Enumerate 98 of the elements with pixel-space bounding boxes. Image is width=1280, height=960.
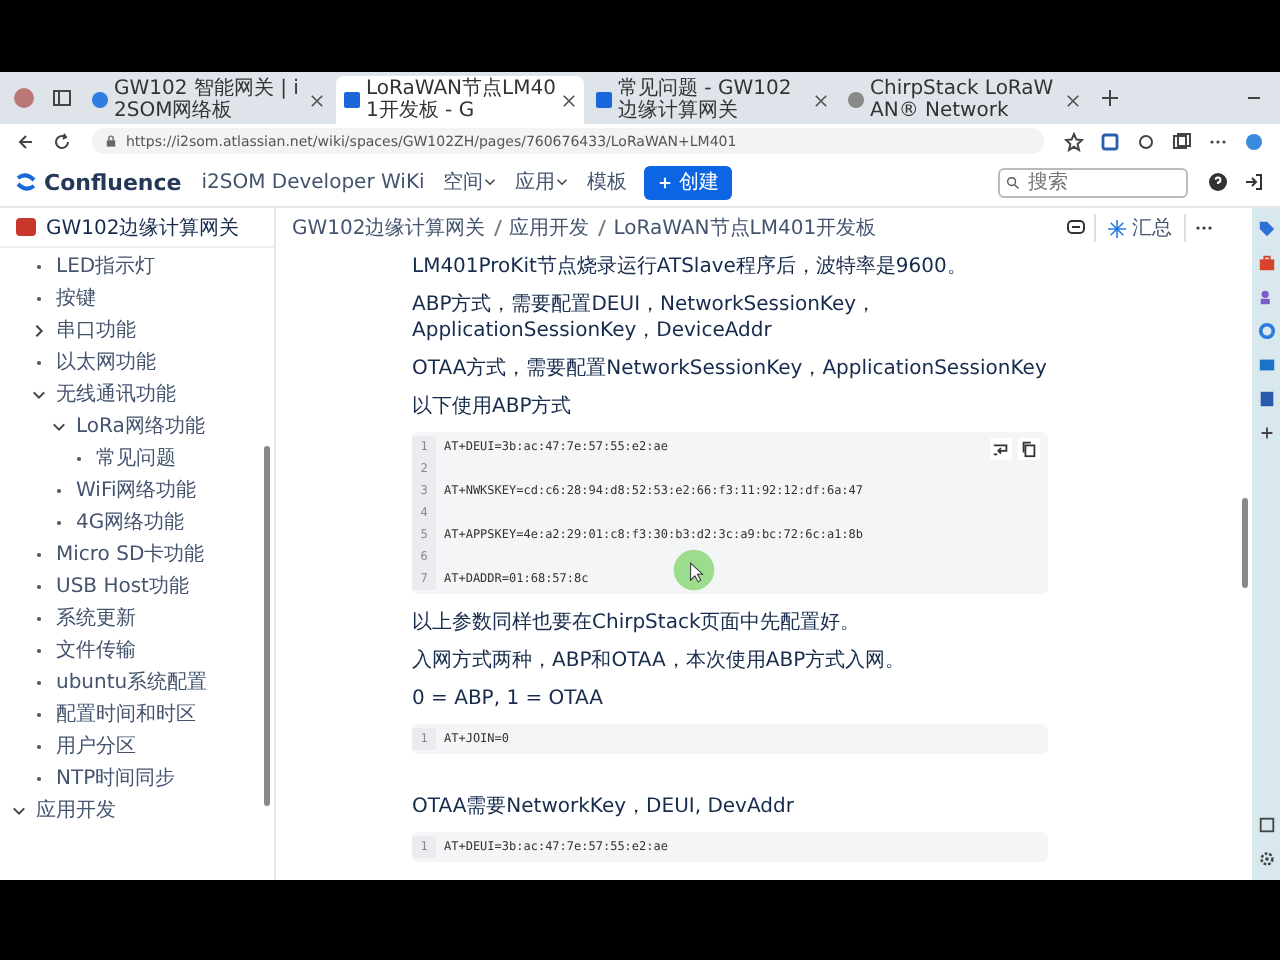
site-icon [344, 92, 360, 108]
settings-icon[interactable] [1257, 850, 1275, 868]
chevron-icon[interactable] [32, 387, 46, 401]
bullet-icon [32, 259, 46, 273]
sidebar-tree-item[interactable]: WiFi网络功能 [0, 474, 274, 506]
bullet-icon [52, 483, 66, 497]
caret-icon[interactable] [484, 176, 497, 188]
product-name[interactable]: Confluence [44, 169, 182, 195]
search-field[interactable]: 搜索 [998, 167, 1188, 197]
tag-icon[interactable] [1257, 220, 1275, 238]
summary-button[interactable]: 汇总 [1094, 214, 1186, 242]
bullet-icon [32, 611, 46, 625]
nav-menu-item[interactable]: 空间 [442, 168, 497, 196]
bullet-icon [32, 355, 46, 369]
help-icon[interactable] [1208, 172, 1228, 192]
tabs-icon[interactable] [52, 88, 72, 108]
body-text: 0 = ABP, 1 = OTAA [412, 686, 605, 714]
caret-icon[interactable] [556, 176, 569, 188]
sidebar-tree-item[interactable]: NTP时间同步 [0, 762, 274, 794]
page-scrollbar[interactable] [1242, 498, 1248, 588]
bullet-icon [32, 771, 46, 785]
refresh-icon[interactable] [52, 131, 72, 151]
collections-icon[interactable] [1172, 131, 1192, 151]
sidebar-tree-item[interactable]: 4G网络功能 [0, 506, 274, 538]
search-icon[interactable] [1006, 175, 1020, 189]
sidebar-scrollbar[interactable] [264, 446, 270, 806]
bullet-icon [32, 675, 46, 689]
sidebar-tree-item[interactable]: 串口功能 [0, 314, 274, 346]
bullet-icon [32, 739, 46, 753]
sidebar-tree-item[interactable]: ubuntu系统配置 [0, 666, 274, 698]
sidebar-tree-item[interactable]: 配置时间和时区 [0, 698, 274, 730]
bullet-icon [72, 451, 86, 465]
chevron-icon[interactable] [32, 323, 46, 337]
login-icon[interactable] [1244, 172, 1264, 192]
create-button[interactable]: 创建 [644, 165, 733, 199]
breadcrumb-separator-icon [597, 218, 606, 238]
body-text: LM401ProKit节点烧录运行ATSlave程序后，波特率是9600。 [412, 253, 969, 282]
sidebar-tree-item[interactable]: LoRa网络功能 [0, 410, 274, 442]
body-text: OTAA需要NetworkKey，DEUI, DevAddr [412, 794, 796, 822]
lock-icon[interactable] [104, 134, 118, 148]
body-text: ABP方式，需要配置DEUI，NetworkSessionKey，ApplicationSessionKey，DeviceAddr [412, 291, 879, 346]
sidebar-tree-item[interactable]: USB Host功能 [0, 570, 274, 602]
body-text: 以上参数同样也要在ChirpStack页面中先配置好。 [412, 609, 863, 638]
sidebar-tree-item[interactable]: 以太网功能 [0, 346, 274, 378]
close-icon[interactable] [310, 93, 324, 107]
close-icon[interactable] [814, 93, 828, 107]
space-icon [16, 218, 36, 236]
bullet-icon [32, 291, 46, 305]
body-text: OTAA方式，需要配置NetworkSessionKey，ApplicationSessionKey [412, 355, 1049, 384]
back-icon[interactable] [16, 131, 36, 151]
sidebar-tree-item[interactable]: 用户分区 [0, 730, 274, 762]
site-icon [92, 92, 108, 108]
profile-icon[interactable] [14, 88, 34, 108]
sidebar-tree-item[interactable]: 应用开发 [0, 794, 274, 826]
site-icon [848, 92, 864, 108]
breadcrumb-link[interactable]: LoRaWAN节点LM401开发板 [613, 214, 877, 242]
body-text: 以下使用ABP方式 [412, 393, 574, 422]
sidebar-tree-item[interactable]: 按键 [0, 282, 274, 314]
site-icon [596, 92, 612, 108]
sidebar-tree-item[interactable]: 文件传输 [0, 634, 274, 666]
close-icon[interactable] [1066, 93, 1080, 107]
sidebar-tree-item[interactable]: LED指示灯 [0, 250, 274, 282]
sparkle-icon[interactable] [1108, 219, 1126, 237]
briefcase-icon[interactable] [1257, 254, 1275, 272]
person-icon[interactable] [1257, 288, 1275, 306]
confluence-logo-icon[interactable] [16, 172, 36, 192]
copy-icon[interactable] [1018, 438, 1040, 460]
star-icon[interactable] [1064, 131, 1084, 151]
browser-tab[interactable]: ChirpStack LoRaWAN® Network [840, 76, 1088, 124]
bullet-icon [32, 579, 46, 593]
close-icon[interactable] [562, 93, 576, 107]
breadcrumb-link[interactable]: 应用开发 [509, 214, 590, 242]
wrap-icon[interactable] [990, 438, 1012, 460]
add-icon[interactable] [1257, 424, 1275, 442]
nav-menu-item[interactable]: 模板 [586, 168, 627, 196]
nav-menu-item[interactable]: i2SOM Developer WiKi [201, 171, 425, 193]
nav-menu-item[interactable]: 应用 [514, 168, 569, 196]
bullet-icon [32, 547, 46, 561]
plus-icon[interactable] [658, 175, 673, 189]
circle-icon[interactable] [1136, 131, 1156, 151]
space-title[interactable]: GW102边缘计算网关 [46, 213, 240, 241]
browser-tab[interactable]: 常见问题 - GW102边缘计算网关 [588, 76, 836, 124]
new-tab-icon[interactable] [1100, 88, 1120, 108]
bullet-icon [32, 643, 46, 657]
bullet-icon [52, 515, 66, 529]
chevron-icon[interactable] [52, 419, 66, 433]
sidebar-tree-item[interactable]: 系统更新 [0, 602, 274, 634]
browser-tab[interactable]: LoRaWAN节点LM401开发板 - G [336, 76, 584, 124]
sidebar-tree-item[interactable]: Micro SD卡功能 [0, 538, 274, 570]
sidebar-tree-item[interactable]: 常见问题 [0, 442, 274, 474]
chevron-icon[interactable] [12, 803, 26, 817]
breadcrumb-link[interactable]: GW102边缘计算网关 [292, 214, 486, 242]
body-text: 入网方式两种，ABP和OTAA，本次使用ABP方式入网。 [412, 647, 908, 676]
browser-tab[interactable]: GW102 智能网关 | i2SOM网络板 [84, 76, 332, 124]
bullet-icon [32, 707, 46, 721]
comment-icon[interactable] [1066, 218, 1086, 238]
breadcrumb-separator-icon [493, 218, 502, 238]
sidebar-tree-item[interactable]: 无线通讯功能 [0, 378, 274, 410]
